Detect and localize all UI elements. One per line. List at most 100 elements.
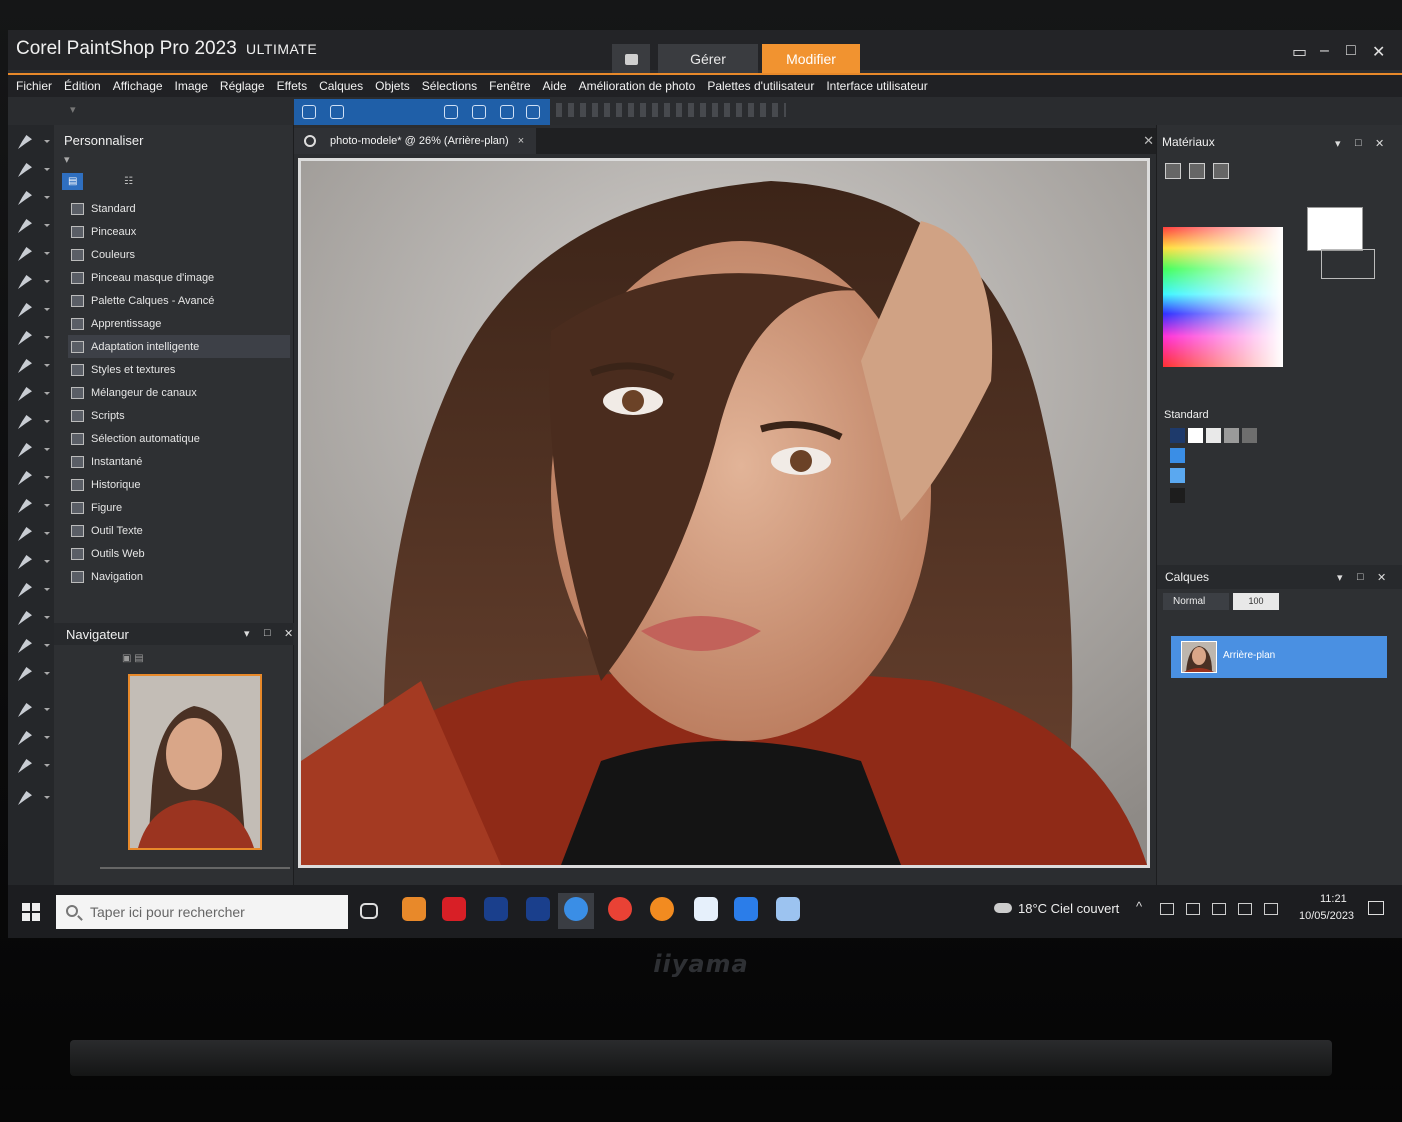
pick-tool-icon[interactable] — [302, 105, 316, 119]
menu-item[interactable]: Effets — [277, 79, 307, 93]
list-item[interactable]: Apprentissage — [68, 312, 290, 335]
collapse-icon[interactable]: ▾ — [244, 627, 250, 640]
tab-edit[interactable]: Modifier — [762, 44, 860, 74]
paintshop-app-icon[interactable] — [402, 897, 426, 921]
straighten-tool-icon[interactable] — [16, 189, 50, 207]
tray-icon[interactable] — [1186, 903, 1200, 915]
menu-item[interactable]: Réglage — [220, 79, 265, 93]
menu-item[interactable]: Calques — [319, 79, 363, 93]
list-item-selected[interactable]: Adaptation intelligente — [68, 335, 290, 358]
browser-app-icon[interactable] — [564, 897, 588, 921]
volume-icon[interactable] — [1238, 903, 1252, 915]
close-panel-icon[interactable]: ✕ — [284, 627, 293, 640]
tray-icon[interactable] — [1160, 903, 1174, 915]
eraser-tool-icon[interactable] — [16, 609, 50, 627]
list-item[interactable]: Outil Texte — [68, 519, 290, 542]
picture-tube-icon[interactable] — [16, 637, 50, 655]
foreground-color-swatch[interactable] — [1307, 207, 1363, 251]
menu-item[interactable]: Image — [175, 79, 208, 93]
maximize-panel-icon[interactable]: □ — [1357, 571, 1364, 583]
pen-tool-icon[interactable] — [16, 789, 50, 807]
list-item[interactable]: Palette Calques - Avancé — [68, 289, 290, 312]
rainbow-tab-icon[interactable] — [1189, 163, 1205, 179]
collapse-icon[interactable]: ▾ — [1335, 137, 1341, 150]
list-item[interactable]: Outils Web — [68, 542, 290, 565]
list-item[interactable]: Historique — [68, 473, 290, 496]
firefox-app-icon[interactable] — [650, 897, 674, 921]
swatch[interactable] — [1206, 428, 1221, 443]
menu-item[interactable]: Affichage — [113, 79, 163, 93]
list-item[interactable]: Instantané — [68, 450, 290, 473]
tab-manage[interactable]: Gérer — [658, 44, 758, 74]
scratch-remover-icon[interactable] — [16, 413, 50, 431]
network-icon[interactable] — [1212, 903, 1226, 915]
personnaliser-tab-view[interactable]: ☷ — [118, 173, 139, 190]
menu-item[interactable]: Édition — [64, 79, 101, 93]
freehand-selection-icon[interactable] — [16, 273, 50, 291]
option-icon[interactable] — [526, 105, 540, 119]
windows-start-icon[interactable] — [22, 903, 40, 921]
taskbar-search-input[interactable]: Taper ici pour rechercher — [56, 895, 348, 929]
disney-app-icon[interactable] — [484, 897, 508, 921]
swatch[interactable] — [1188, 428, 1203, 443]
option-icon[interactable] — [500, 105, 514, 119]
security-app-icon[interactable] — [776, 897, 800, 921]
frame-tab-icon[interactable] — [1165, 163, 1181, 179]
color-changer-icon[interactable] — [16, 665, 50, 683]
store-app-icon[interactable] — [694, 897, 718, 921]
dodge-tool-icon[interactable] — [16, 441, 50, 459]
pan-tool-icon[interactable] — [16, 133, 50, 151]
swatch[interactable] — [1170, 448, 1185, 463]
close-button[interactable]: ✕ — [1372, 42, 1385, 62]
minimize-button[interactable]: – — [1320, 42, 1329, 60]
restore-icon[interactable]: ▭ — [1292, 42, 1307, 62]
blend-mode-select[interactable]: Normal — [1163, 593, 1229, 610]
fill-tool-icon[interactable] — [16, 701, 50, 719]
clock-time[interactable]: 11:21 — [1320, 893, 1347, 905]
airbrush-icon[interactable] — [16, 581, 50, 599]
option-icon[interactable] — [472, 105, 486, 119]
menu-item[interactable]: Sélections — [422, 79, 477, 93]
list-item[interactable]: Figure — [68, 496, 290, 519]
option-icon[interactable] — [444, 105, 458, 119]
smudge-tool-icon[interactable] — [16, 469, 50, 487]
close-panel-icon[interactable]: ✕ — [1377, 571, 1386, 584]
text-tool-icon[interactable] — [16, 729, 50, 747]
lighten-darken-icon[interactable] — [16, 525, 50, 543]
layer-row[interactable]: Arrière-plan — [1171, 636, 1387, 678]
crop-tool-icon[interactable] — [16, 217, 50, 235]
swatch[interactable] — [1224, 428, 1239, 443]
list-item[interactable]: Styles et textures — [68, 358, 290, 381]
tool-options-group[interactable] — [294, 99, 550, 125]
list-item[interactable]: Navigation — [68, 565, 290, 588]
close-tab-icon[interactable]: × — [518, 135, 524, 147]
chevron-up-icon[interactable]: ^ — [1136, 899, 1142, 914]
chrome-app-icon[interactable] — [608, 897, 632, 921]
list-item[interactable]: Mélangeur de canaux — [68, 381, 290, 404]
paint-brush-icon[interactable] — [16, 553, 50, 571]
close-panel-icon[interactable]: ✕ — [1375, 137, 1384, 150]
home-workspace-button[interactable] — [612, 44, 650, 74]
selection-tool-icon[interactable] — [16, 245, 50, 263]
disney-plus-app-icon[interactable] — [526, 897, 550, 921]
swatch[interactable] — [1170, 428, 1185, 443]
maximize-panel-icon[interactable]: □ — [1355, 137, 1362, 149]
list-item[interactable]: Pinceau masque d'image — [68, 266, 290, 289]
dropper-tool-icon[interactable] — [16, 301, 50, 319]
shape-tool-icon[interactable] — [16, 757, 50, 775]
red-eye-tool-icon[interactable] — [16, 329, 50, 347]
document-tab[interactable]: photo-modele* @ 26% (Arrière-plan) × — [294, 128, 537, 154]
weather-text[interactable]: 18°C Ciel couvert — [1018, 901, 1119, 916]
menu-item[interactable]: Aide — [543, 79, 567, 93]
menu-item[interactable]: Interface utilisateur — [826, 79, 927, 93]
mode-icon[interactable] — [330, 105, 344, 119]
list-item[interactable]: Couleurs — [68, 243, 290, 266]
collapse-icon[interactable]: ▾ — [1337, 571, 1343, 584]
zoom-slider[interactable] — [100, 861, 290, 875]
push-tool-icon[interactable] — [16, 497, 50, 515]
background-color-swatch[interactable] — [1321, 249, 1375, 279]
list-item[interactable]: Sélection automatique — [68, 427, 290, 450]
notification-icon[interactable] — [1368, 901, 1384, 915]
menu-item[interactable]: Objets — [375, 79, 410, 93]
list-item[interactable]: Scripts — [68, 404, 290, 427]
